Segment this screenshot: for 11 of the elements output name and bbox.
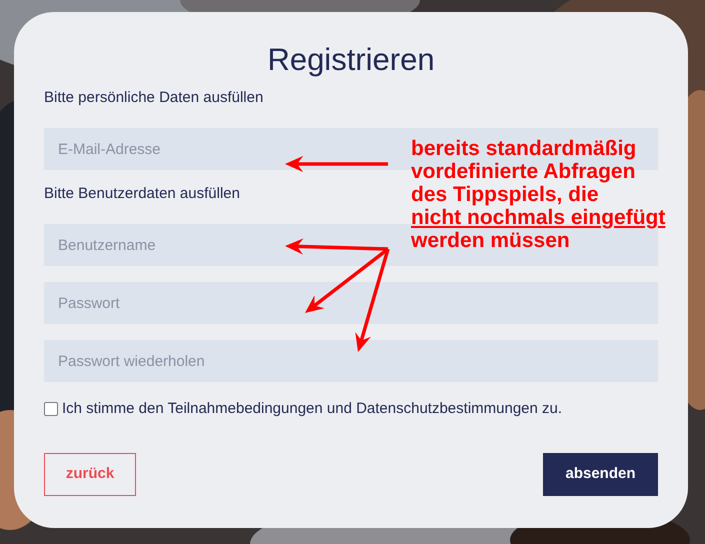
section-heading: Bitte persönliche Daten ausfüllen — [44, 88, 264, 108]
input-field[interactable]: Passwort wiederholen — [44, 340, 658, 382]
annotation-line: werden müssen — [411, 229, 570, 252]
submit-button[interactable]: absenden — [543, 452, 658, 496]
consent-label: Ich stimme den Teilnahmebedingungen und Datenschutzbestimmungen zu. — [62, 399, 562, 419]
form-title: Registrieren — [267, 41, 435, 79]
annotation-line: des Tippspiels, die — [411, 183, 599, 206]
section-heading: Bitte Benutzerdaten ausfüllen — [44, 184, 240, 204]
annotation-line: bereits standardmäßig — [411, 137, 636, 160]
input-field[interactable]: Passwort — [44, 282, 658, 324]
checkbox[interactable] — [44, 402, 58, 416]
